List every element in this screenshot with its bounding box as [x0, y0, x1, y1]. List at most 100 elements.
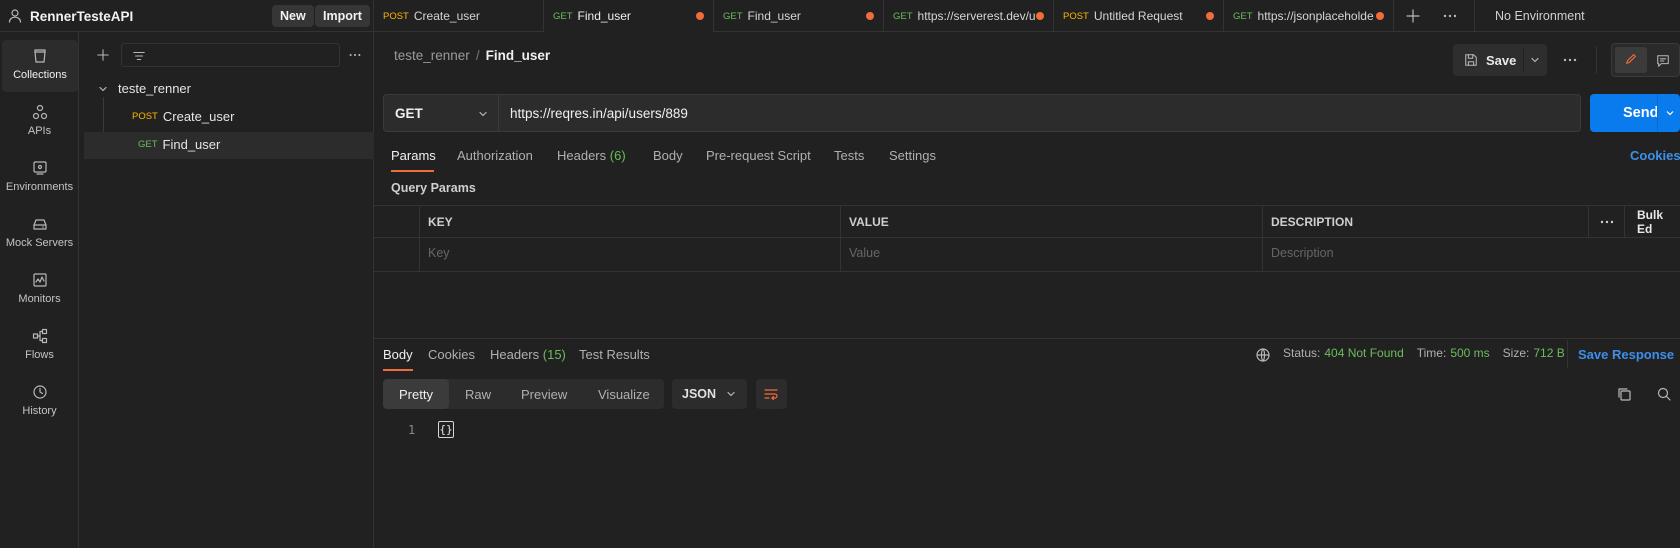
user-icon[interactable] — [7, 8, 23, 24]
nav-label: Collections — [13, 69, 67, 81]
workspace-name[interactable]: RennerTesteAPI — [30, 9, 133, 24]
header-divider — [1596, 46, 1597, 74]
collections-icon — [32, 48, 48, 64]
response-body-code[interactable]: {} — [438, 421, 454, 438]
tab-body[interactable]: Body — [653, 148, 683, 163]
param-description-input[interactable]: Description — [1271, 246, 1334, 260]
new-button[interactable]: New — [272, 5, 314, 27]
search-icon[interactable] — [1656, 386, 1672, 402]
cookies-link[interactable]: Cookies — [1630, 148, 1680, 163]
response-pane-divider[interactable] — [374, 338, 1680, 339]
format-raw[interactable]: Raw — [465, 379, 491, 409]
tab-find-user[interactable]: GET Find_user — [714, 0, 884, 32]
status-value[interactable]: 404 Not Found — [1324, 346, 1403, 360]
selected-row-highlight — [84, 132, 374, 159]
tab-pre-request-script[interactable]: Pre-request Script — [706, 148, 811, 163]
chevron-down-icon[interactable] — [1665, 108, 1675, 118]
request-method: GET — [138, 139, 158, 150]
format-preview[interactable]: Preview — [521, 379, 567, 409]
collection-teste-renner[interactable]: teste_renner — [98, 81, 191, 96]
meta-divider — [1567, 340, 1568, 368]
table-col-divider — [419, 206, 420, 272]
tab-find-user-active[interactable]: GET Find_user — [544, 0, 714, 33]
globe-network-icon[interactable] — [1255, 347, 1271, 363]
bulk-edit-button[interactable]: Bulk Ed — [1637, 208, 1680, 236]
tab-method: GET — [893, 10, 913, 22]
time-value[interactable]: 500 ms — [1450, 346, 1489, 360]
response-tab-headers[interactable]: Headers (15) — [490, 347, 566, 362]
table-col-divider — [1262, 206, 1263, 272]
sidebar-request-create-user[interactable]: POST Create_user — [132, 109, 234, 124]
format-visualize[interactable]: Visualize — [598, 379, 650, 409]
format-pretty[interactable]: Pretty — [383, 379, 449, 409]
save-button[interactable]: Save — [1453, 44, 1547, 76]
nav-label: History — [22, 405, 57, 417]
save-response-button[interactable]: Save Response — [1578, 347, 1680, 362]
nav-history[interactable]: History — [0, 376, 79, 428]
import-button[interactable]: Import — [315, 5, 370, 27]
tab-untitled-request[interactable]: POST Untitled Request — [1054, 0, 1224, 32]
method-select[interactable]: GET — [383, 94, 499, 132]
tab-method: GET — [723, 10, 743, 22]
tab-settings[interactable]: Settings — [889, 148, 936, 163]
environment-selector[interactable]: No Environment — [1495, 9, 1585, 23]
table-more-icon[interactable] — [1599, 214, 1615, 230]
tab-authorization[interactable]: Authorization — [457, 148, 533, 163]
unsaved-dot-icon — [1036, 12, 1044, 20]
tab-create-user[interactable]: POST Create_user — [374, 0, 544, 32]
response-tab-body[interactable]: Body — [383, 347, 413, 362]
nav-environments[interactable]: Environments — [0, 152, 79, 204]
url-input[interactable]: https://reqres.in/api/users/889 — [498, 94, 1581, 132]
nav-label: Flows — [25, 349, 54, 361]
tab-headers[interactable]: Headers (6) — [557, 148, 626, 163]
edit-mode-button[interactable] — [1615, 47, 1647, 73]
new-tab-plus-icon[interactable] — [1405, 8, 1421, 24]
nav-flows[interactable]: Flows — [0, 320, 79, 372]
breadcrumb-separator: / — [475, 48, 480, 63]
request-title[interactable]: Find_user — [486, 48, 551, 63]
column-header-description: DESCRIPTION — [1271, 215, 1354, 229]
comment-icon[interactable] — [1656, 54, 1670, 68]
param-value-input[interactable]: Value — [849, 246, 880, 260]
tab-jsonplaceholder[interactable]: GET https://jsonplaceholde — [1224, 0, 1394, 32]
nav-monitors[interactable]: Monitors — [0, 264, 79, 316]
tab-serverest[interactable]: GET https://serverest.dev/u — [884, 0, 1054, 32]
send-button[interactable]: Send — [1590, 94, 1680, 132]
unsaved-dot-icon — [1376, 12, 1384, 20]
tab-headers-label: Headers — [557, 148, 607, 163]
response-tab-cookies[interactable]: Cookies — [428, 347, 475, 362]
add-collection-plus-icon[interactable] — [96, 48, 110, 62]
tab-params[interactable]: Params — [391, 148, 436, 163]
param-key-input[interactable]: Key — [428, 246, 450, 260]
flows-icon — [32, 328, 48, 344]
sidebar-request-find-user[interactable]: GET Find_user — [138, 137, 220, 152]
copy-icon[interactable] — [1616, 386, 1632, 402]
tab-method: GET — [553, 10, 573, 22]
view-mode-toggle[interactable] — [1611, 43, 1680, 77]
request-more-icon[interactable] — [1562, 52, 1578, 68]
language-select[interactable]: JSON — [672, 379, 747, 409]
nav-mock-servers[interactable]: Mock Servers — [0, 208, 79, 260]
nav-apis[interactable]: APIs — [0, 96, 79, 148]
sidebar-search-input[interactable] — [121, 43, 340, 67]
filter-icon[interactable] — [132, 49, 146, 63]
breadcrumb-collection[interactable]: teste_renner — [394, 48, 470, 63]
table-row-divider — [374, 237, 1680, 238]
active-tab-underline — [383, 369, 413, 371]
tab-title: https://serverest.dev/u — [917, 9, 1036, 23]
response-tab-test-results[interactable]: Test Results — [579, 347, 650, 362]
response-headers-count: (15) — [542, 347, 566, 362]
table-col-divider — [1624, 206, 1625, 237]
active-tab-underline — [391, 170, 434, 172]
save-response-label: Save Response — [1578, 347, 1675, 362]
tab-tests[interactable]: Tests — [834, 148, 864, 163]
size-value[interactable]: 712 B — [1533, 346, 1564, 360]
pencil-icon — [1624, 52, 1638, 66]
sidebar-more-icon[interactable] — [348, 48, 362, 62]
history-icon — [32, 384, 48, 400]
tab-overflow-ellipsis-icon[interactable] — [1442, 8, 1458, 24]
nav-collections[interactable]: Collections — [2, 40, 78, 92]
chevron-down-icon[interactable] — [1530, 55, 1540, 65]
tab-title: Untitled Request — [1093, 9, 1183, 23]
wrap-lines-button[interactable] — [756, 379, 787, 409]
